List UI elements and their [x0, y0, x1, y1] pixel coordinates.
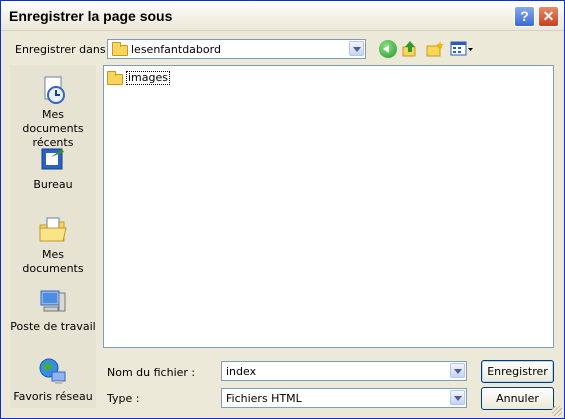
cancel-button[interactable]: Annuler	[481, 387, 554, 410]
file-list[interactable]: images	[103, 65, 554, 348]
filetype-label: Type :	[107, 392, 140, 405]
chevron-down-icon[interactable]	[450, 363, 465, 378]
lookin-label: Enregistrer dans :	[15, 43, 113, 56]
help-button[interactable]: ?	[514, 6, 535, 27]
place-my-documents[interactable]: Mes documents	[10, 215, 96, 276]
filename-value[interactable]: index	[226, 365, 256, 378]
filename-label: Nom du fichier :	[107, 366, 196, 379]
save-dialog: Enregistrer la page sous ? ✕ Enregistrer…	[0, 0, 565, 419]
close-icon: ✕	[542, 8, 555, 24]
my-computer-icon	[38, 287, 68, 317]
recent-documents-icon	[38, 75, 68, 105]
new-folder-icon[interactable]	[426, 40, 444, 58]
places-bar: Mes documents récents Bureau Mes documen…	[10, 65, 96, 408]
chevron-down-icon[interactable]	[349, 41, 364, 56]
place-recent-documents[interactable]: Mes documents récents	[10, 75, 96, 150]
file-name: images	[126, 71, 170, 85]
filetype-dropdown[interactable]: Fichiers HTML	[221, 388, 467, 408]
question-icon: ?	[520, 8, 529, 24]
folder-icon	[112, 42, 128, 56]
place-my-computer[interactable]: Poste de travail	[10, 287, 96, 334]
title-bar[interactable]: Enregistrer la page sous ? ✕	[1, 1, 564, 31]
up-folder-icon[interactable]	[401, 40, 419, 58]
views-menu-icon[interactable]	[450, 40, 474, 58]
folder-icon	[107, 71, 123, 85]
place-label: Mes documents récents	[22, 108, 84, 149]
back-icon[interactable]	[379, 40, 397, 58]
lookin-value: lesenfantdabord	[131, 43, 221, 56]
place-network[interactable]: Favoris réseau	[10, 357, 96, 404]
place-label: Poste de travail	[10, 320, 96, 333]
place-label: Favoris réseau	[13, 390, 93, 403]
chevron-down-icon[interactable]	[450, 390, 465, 405]
my-documents-icon	[38, 215, 68, 245]
save-button[interactable]: Enregistrer	[481, 360, 554, 383]
close-button[interactable]: ✕	[538, 6, 559, 27]
network-places-icon	[38, 357, 68, 387]
resize-grip[interactable]	[552, 406, 562, 416]
filename-field[interactable]: index	[221, 361, 467, 381]
desktop-icon	[38, 145, 68, 175]
window-title: Enregistrer la page sous	[9, 8, 173, 24]
filetype-value: Fichiers HTML	[226, 392, 302, 405]
place-desktop[interactable]: Bureau	[10, 145, 96, 192]
place-label: Mes documents	[22, 248, 84, 275]
lookin-dropdown[interactable]: lesenfantdabord	[107, 39, 366, 59]
place-label: Bureau	[33, 178, 73, 191]
